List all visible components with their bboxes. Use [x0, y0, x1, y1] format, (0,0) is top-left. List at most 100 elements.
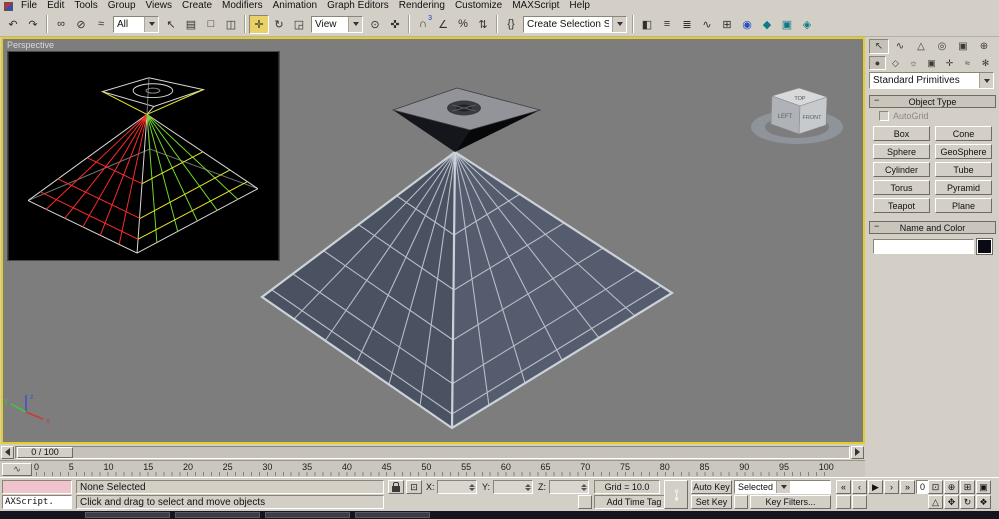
menu-views[interactable]: Views	[141, 0, 178, 12]
zoom-all-button[interactable]: ⊞	[960, 480, 975, 494]
previous-frame-button[interactable]: ‹	[852, 480, 867, 494]
select-and-move-icon[interactable]: ✛	[249, 14, 269, 34]
unlink-selection-icon[interactable]: ⊘	[71, 15, 91, 34]
tab-modify[interactable]: ∿	[890, 39, 910, 54]
category-geometry-icon[interactable]: ●	[869, 56, 886, 70]
viewcube-left-label[interactable]: LEFT	[778, 114, 793, 120]
time-slider-track[interactable]: 0 / 100	[15, 445, 850, 459]
tab-hierarchy[interactable]: △	[911, 39, 931, 54]
bind-to-space-warp-icon[interactable]: ≈	[91, 15, 111, 34]
percent-snap-icon[interactable]: %	[453, 15, 473, 34]
menu-create[interactable]: Create	[177, 0, 217, 12]
select-and-rotate-icon[interactable]: ↻	[269, 15, 289, 34]
track-bar[interactable]: ∿ 0 5 10 15 20 25 30 35 40 45 50 55 60 6…	[0, 460, 865, 477]
arc-rotate-button[interactable]: ↻	[960, 495, 975, 509]
menu-animation[interactable]: Animation	[268, 0, 322, 12]
tab-motion[interactable]: ◎	[932, 39, 952, 54]
angle-snap-icon[interactable]: ∠	[433, 15, 453, 34]
spinner-snap-icon[interactable]: ⇅	[473, 15, 493, 34]
category-cameras-icon[interactable]: ▣	[923, 56, 940, 70]
viewcube-top-label[interactable]: TOP	[794, 96, 806, 102]
object-color-swatch[interactable]	[976, 238, 993, 255]
absolute-offset-toggle[interactable]: ⊡	[406, 480, 422, 494]
plane-button[interactable]: Plane	[935, 198, 992, 213]
go-to-end-button[interactable]: »	[900, 480, 915, 494]
select-and-manipulate-icon[interactable]: ✜	[385, 15, 405, 34]
tab-display[interactable]: ▣	[953, 39, 973, 54]
add-time-tag[interactable]: Add Time Tag	[594, 495, 674, 509]
perspective-viewport[interactable]: Perspective TOP LEFT FRONT x y z	[1, 37, 865, 444]
taskbar-window-button[interactable]	[265, 512, 350, 518]
autogrid-checkbox[interactable]	[879, 111, 889, 121]
menu-modifiers[interactable]: Modifiers	[217, 0, 268, 12]
time-slider-left-arrow[interactable]	[1, 445, 14, 459]
chevron-down-icon[interactable]	[348, 16, 362, 32]
spinner-up-icon[interactable]	[581, 483, 587, 487]
reference-coordinate-dropdown[interactable]: View	[311, 15, 363, 33]
x-coordinate-field[interactable]	[437, 480, 477, 494]
set-keys-button[interactable]: ⊶	[664, 480, 688, 509]
object-name-input[interactable]	[873, 239, 974, 254]
undo-icon[interactable]: ↶	[3, 15, 23, 34]
z-coordinate-field[interactable]	[549, 480, 589, 494]
pyramid-button[interactable]: Pyramid	[935, 180, 992, 195]
menu-rendering[interactable]: Rendering	[394, 0, 450, 12]
spinner-down-icon[interactable]	[581, 487, 587, 491]
maximize-viewport-toggle[interactable]: ❖	[976, 495, 991, 509]
spinner-down-icon[interactable]	[469, 487, 475, 491]
viewport-label[interactable]: Perspective	[7, 40, 54, 50]
select-by-name-icon[interactable]: ▤	[181, 15, 201, 34]
category-systems-icon[interactable]: ✻	[977, 56, 994, 70]
menu-maxscript[interactable]: MAXScript	[507, 0, 564, 12]
zoom-region-button[interactable]: ⊡	[928, 480, 943, 494]
play-button[interactable]: ▶	[868, 480, 883, 494]
time-slider-right-arrow[interactable]	[851, 445, 864, 459]
menu-graph-editors[interactable]: Graph Editors	[322, 0, 394, 12]
go-to-start-button[interactable]: «	[836, 480, 851, 494]
select-and-link-icon[interactable]: ∞	[51, 15, 71, 34]
render-setup-icon[interactable]: ◆	[757, 15, 777, 34]
cone-button[interactable]: Cone	[935, 126, 992, 141]
quick-render-icon[interactable]: ◈	[797, 15, 817, 34]
menu-group[interactable]: Group	[103, 0, 141, 12]
auto-key-button[interactable]: Auto Key	[691, 480, 732, 494]
layer-manager-icon[interactable]: ≣	[677, 15, 697, 34]
key-filters-button[interactable]: Key Filters...	[750, 495, 831, 509]
spinner-up-icon[interactable]	[469, 483, 475, 487]
next-frame-button[interactable]: ›	[884, 480, 899, 494]
spinner-down-icon[interactable]	[525, 487, 531, 491]
chevron-down-icon[interactable]	[144, 16, 158, 32]
viewcube-front-label[interactable]: FRONT	[803, 115, 823, 121]
chevron-down-icon[interactable]	[979, 73, 993, 88]
category-shapes-icon[interactable]: ◇	[887, 56, 904, 70]
named-selection-sets-icon[interactable]: {}	[501, 15, 521, 34]
select-and-scale-icon[interactable]: ◲	[289, 15, 309, 34]
use-pivot-center-icon[interactable]: ⊙	[365, 15, 385, 34]
teapot-button[interactable]: Teapot	[873, 198, 930, 213]
spinner-up-icon[interactable]	[525, 483, 531, 487]
menu-customize[interactable]: Customize	[450, 0, 507, 12]
geosphere-button[interactable]: GeoSphere	[935, 144, 992, 159]
key-mode-toggle-button[interactable]	[836, 495, 851, 509]
curve-editor-icon[interactable]: ∿	[697, 15, 717, 34]
maxscript-listener-macro-pane[interactable]	[2, 480, 72, 494]
time-tag-icon[interactable]	[578, 495, 592, 509]
rectangular-selection-region-icon[interactable]: □	[201, 15, 221, 34]
object-type-rollout[interactable]: − Object Type	[869, 95, 996, 108]
menu-help[interactable]: Help	[564, 0, 595, 12]
redo-icon[interactable]: ↷	[23, 15, 43, 34]
menu-file[interactable]: File	[16, 0, 42, 12]
category-spacewarps-icon[interactable]: ≈	[959, 56, 976, 70]
name-and-color-rollout[interactable]: − Name and Color	[869, 221, 996, 234]
category-lights-icon[interactable]: ☼	[905, 56, 922, 70]
selection-filter-dropdown[interactable]: All	[113, 15, 159, 33]
snaps-toggle-icon[interactable]: ∩ 3	[413, 15, 433, 34]
set-key-button[interactable]: Set Key	[691, 495, 732, 509]
time-configuration-button[interactable]	[852, 495, 867, 509]
zoom-extents-button[interactable]: ▣	[976, 480, 991, 494]
tab-create[interactable]: ↖	[869, 39, 889, 54]
maxscript-mini-listener[interactable]: AXScript.	[2, 495, 72, 509]
box-button[interactable]: Box	[873, 126, 930, 141]
taskbar[interactable]	[0, 511, 999, 519]
zoom-button[interactable]: ⊕	[944, 480, 959, 494]
